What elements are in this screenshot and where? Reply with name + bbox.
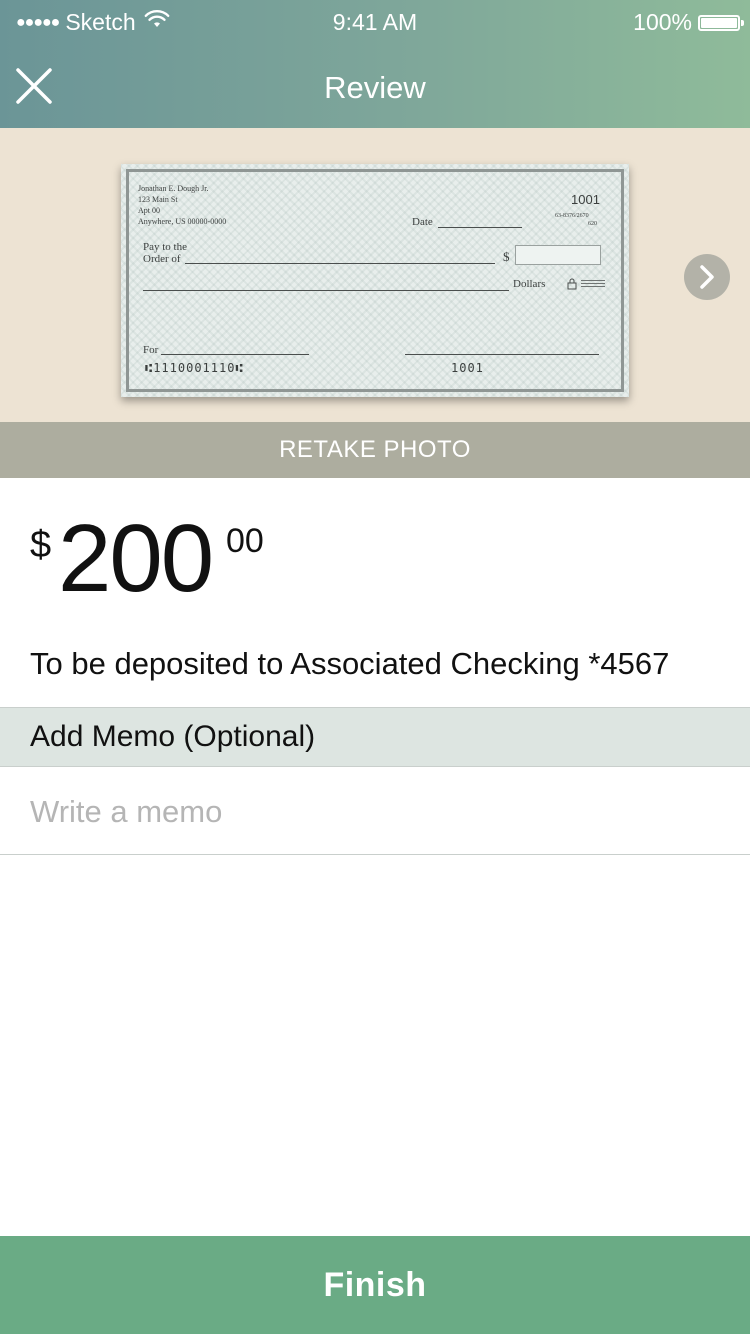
memo-input[interactable] — [30, 785, 720, 839]
check-owner-name: Jonathan E. Dough Jr. — [138, 184, 209, 193]
memo-header-label: Add Memo (Optional) — [30, 720, 316, 753]
check-routing-top: 63-8376/2670 — [555, 213, 589, 219]
retake-photo-button[interactable]: RETAKE PHOTO — [0, 422, 750, 478]
check-date-label: Date — [412, 216, 433, 228]
amount-currency: $ — [30, 524, 52, 566]
check-for-label: For — [143, 344, 159, 356]
check-number: 1001 — [571, 192, 600, 207]
page-title: Review — [324, 70, 426, 105]
check-dollar-sign: $ — [503, 249, 510, 264]
check-payee-line — [185, 263, 495, 264]
next-photo-button[interactable] — [684, 254, 730, 300]
check-address-3: Anywhere, US 00000-0000 — [138, 217, 227, 226]
check-dollars-label: Dollars — [513, 278, 546, 290]
check-address-1: 123 Main St — [138, 195, 178, 204]
check-routing-bottom: 620 — [588, 221, 597, 227]
check-photo-area: Jonathan E. Dough Jr. 123 Main St Apt 00… — [0, 128, 750, 422]
deposit-account-text: To be deposited to Associated Checking *… — [30, 646, 670, 681]
check-signature-line — [405, 354, 599, 355]
chevron-right-icon — [700, 265, 714, 289]
memo-section-header: Add Memo (Optional) — [0, 707, 750, 767]
amount-whole: 200 — [58, 505, 214, 612]
check-amount-box — [515, 245, 601, 265]
check-address-2: Apt 00 — [138, 206, 160, 215]
check-border — [126, 169, 624, 392]
status-bar: ●●●●● Sketch 9:41 AM 100% — [0, 0, 750, 44]
lock-icon — [567, 277, 577, 295]
check-order-of-label: Order of — [143, 253, 181, 265]
header-bar: ●●●●● Sketch 9:41 AM 100% Review — [0, 0, 750, 128]
battery-icon — [698, 14, 744, 31]
check-security-text — [581, 280, 605, 288]
battery-percent: 100% — [633, 9, 692, 35]
check-pay-to-label: Pay to the — [143, 241, 187, 253]
check-date-line — [438, 227, 522, 228]
check-micr-routing: ⑆1110001110⑆ — [145, 361, 244, 375]
amount-cents: 00 — [226, 522, 264, 560]
check-words-line — [143, 290, 509, 291]
finish-button[interactable]: Finish — [0, 1236, 750, 1334]
check-micr-number: 1001 — [451, 361, 484, 375]
check-memo-line — [161, 354, 309, 355]
memo-field-container — [0, 767, 750, 855]
check-image[interactable]: Jonathan E. Dough Jr. 123 Main St Apt 00… — [121, 164, 629, 397]
